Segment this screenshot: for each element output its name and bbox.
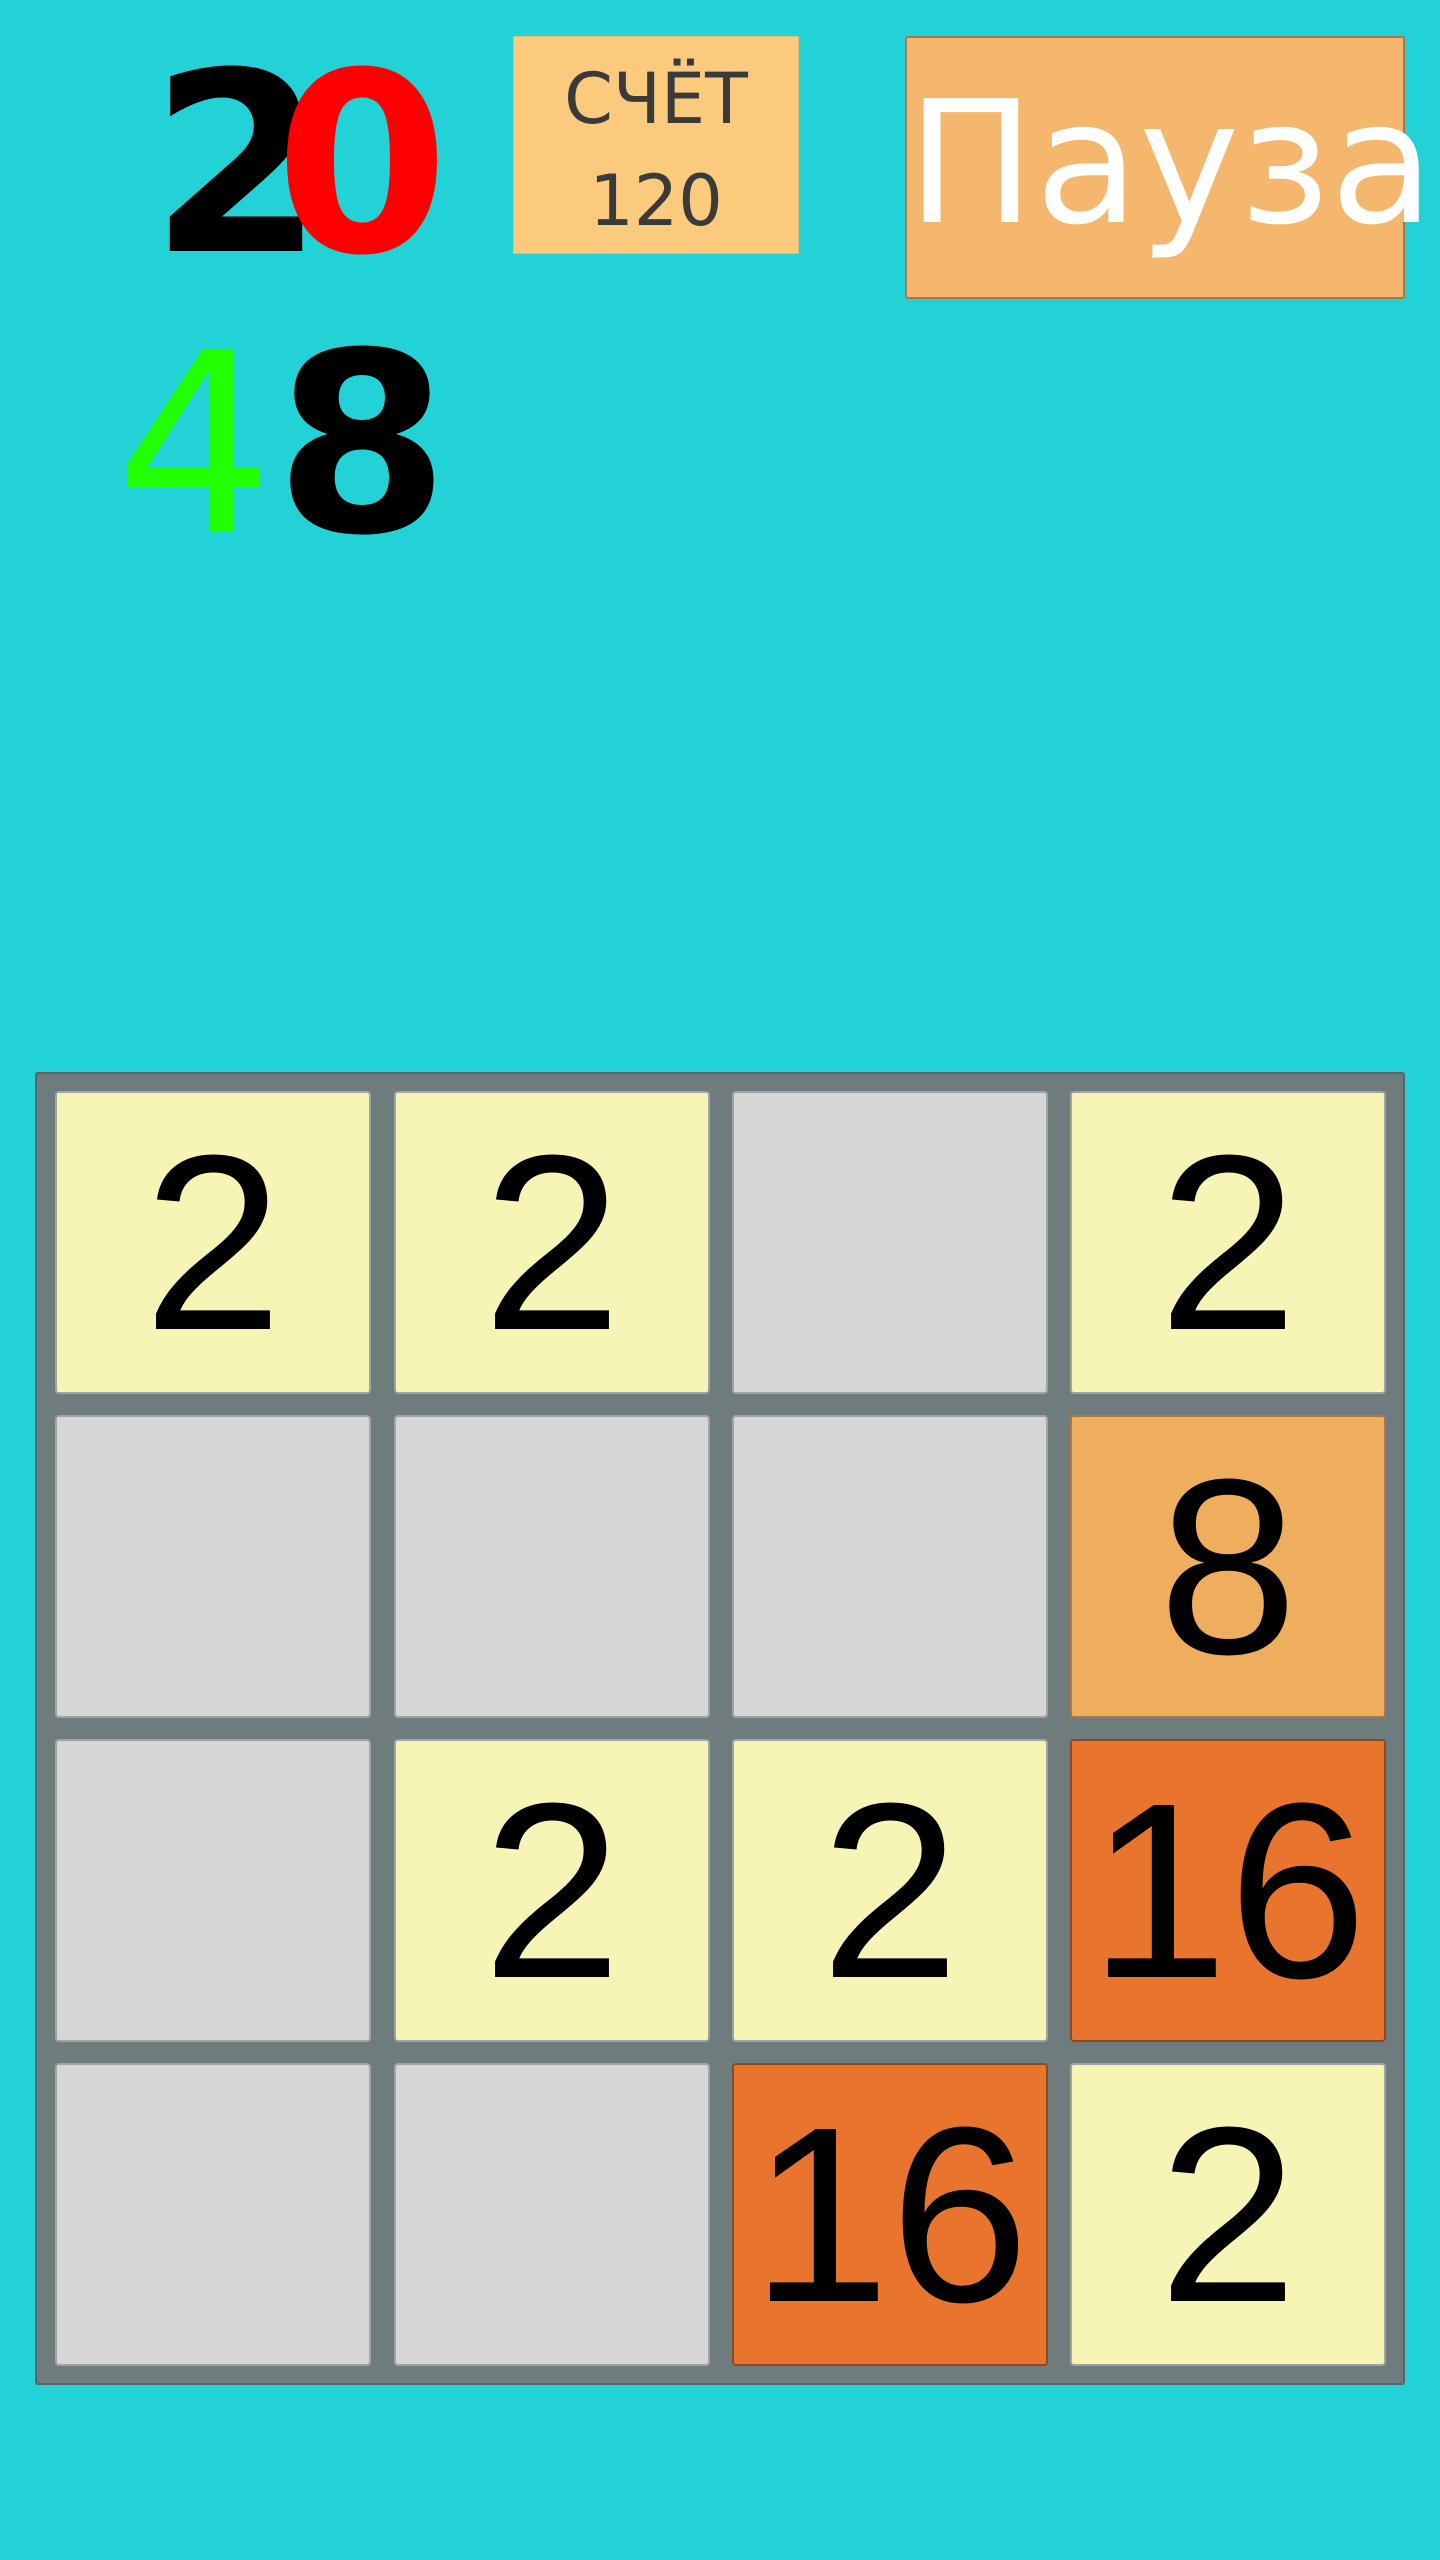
- logo-digit: 8: [275, 299, 449, 590]
- tile-16: 16: [1070, 1739, 1386, 2042]
- tile-2: 2: [1070, 1091, 1386, 1394]
- game-logo: 2 0 4 8: [100, 30, 449, 570]
- empty-cell: [394, 1415, 710, 1718]
- logo-digit: 4: [115, 299, 275, 590]
- empty-cell: [394, 2063, 710, 2366]
- empty-cell: [55, 1739, 371, 2042]
- score-panel: СЧЁТ 120: [513, 36, 799, 254]
- empty-cell: [55, 1415, 371, 1718]
- empty-cell: [732, 1091, 1048, 1394]
- empty-cell: [732, 1415, 1048, 1718]
- pause-button[interactable]: Пауза: [905, 36, 1434, 299]
- logo-digit: 0: [275, 19, 449, 310]
- tile-2: 2: [1070, 2063, 1386, 2366]
- tile-8: 8: [1070, 1415, 1386, 1718]
- tile-2: 2: [394, 1739, 710, 2042]
- tile-16: 16: [732, 2063, 1048, 2366]
- empty-cell: [55, 2063, 371, 2366]
- tile-2: 2: [394, 1091, 710, 1394]
- tile-2: 2: [732, 1739, 1048, 2042]
- score-value: 120: [589, 160, 723, 242]
- game-board[interactable]: 2 2 2 8 2 2 16 16 2: [35, 1072, 1405, 2385]
- tile-2: 2: [55, 1091, 371, 1394]
- score-label: СЧЁТ: [564, 58, 748, 140]
